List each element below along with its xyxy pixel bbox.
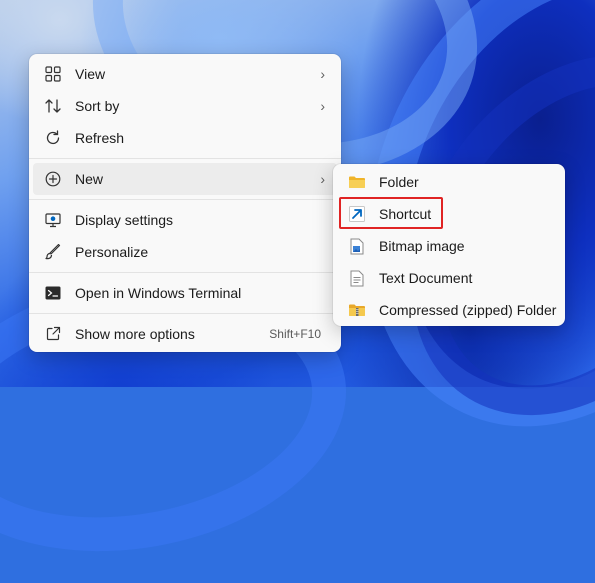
menu-item-view[interactable]: View › xyxy=(33,58,337,90)
new-plus-icon xyxy=(43,169,63,189)
shortcut-highlight-box xyxy=(339,197,443,229)
view-icon xyxy=(43,64,63,84)
zip-folder-icon xyxy=(347,300,367,320)
menu-item-open-terminal[interactable]: Open in Windows Terminal xyxy=(33,277,337,309)
terminal-icon xyxy=(43,283,63,303)
menu-item-label: Show more options xyxy=(75,326,195,342)
menu-item-label: Sort by xyxy=(75,98,120,114)
bitmap-icon xyxy=(347,236,367,256)
chevron-right-icon: › xyxy=(320,171,325,187)
folder-icon xyxy=(347,172,367,192)
menu-item-label: Open in Windows Terminal xyxy=(75,285,242,301)
menu-item-new[interactable]: New › xyxy=(33,163,337,195)
sort-icon xyxy=(43,96,63,116)
menu-item-label: Refresh xyxy=(75,130,125,146)
menu-item-show-more-options[interactable]: Show more options Shift+F10 xyxy=(33,318,337,350)
display-icon xyxy=(43,210,63,230)
submenu-item-label: Bitmap image xyxy=(379,238,465,254)
chevron-right-icon: › xyxy=(320,66,325,82)
menu-item-refresh[interactable]: Refresh xyxy=(33,122,337,154)
refresh-icon xyxy=(43,128,63,148)
submenu-item-text-document[interactable]: Text Document xyxy=(337,262,561,294)
submenu-item-bitmap-image[interactable]: Bitmap image xyxy=(337,230,561,262)
submenu-item-label: Folder xyxy=(379,174,419,190)
desktop-context-menu: View › Sort by › Refresh New › Display s… xyxy=(29,54,341,352)
submenu-item-folder[interactable]: Folder xyxy=(337,166,561,198)
menu-item-label: View xyxy=(75,66,106,82)
menu-item-label: Personalize xyxy=(75,244,149,260)
more-options-icon xyxy=(43,324,63,344)
submenu-item-compressed-folder[interactable]: Compressed (zipped) Folder xyxy=(337,294,561,326)
menu-separator xyxy=(29,272,341,273)
submenu-item-label: Text Document xyxy=(379,270,473,286)
shortcut-hint: Shift+F10 xyxy=(269,327,321,341)
menu-item-label: Display settings xyxy=(75,212,174,228)
menu-separator xyxy=(29,313,341,314)
chevron-right-icon: › xyxy=(320,98,325,114)
menu-separator xyxy=(29,199,341,200)
new-submenu: Folder Shortcut Bitmap image Text Docume… xyxy=(333,164,565,326)
text-document-icon xyxy=(347,268,367,288)
menu-item-label: New xyxy=(75,171,104,187)
menu-item-personalize[interactable]: Personalize xyxy=(33,236,337,268)
menu-separator xyxy=(29,158,341,159)
menu-item-sort-by[interactable]: Sort by › xyxy=(33,90,337,122)
brush-icon xyxy=(43,242,63,262)
menu-item-display-settings[interactable]: Display settings xyxy=(33,204,337,236)
submenu-item-label: Compressed (zipped) Folder xyxy=(379,302,557,318)
